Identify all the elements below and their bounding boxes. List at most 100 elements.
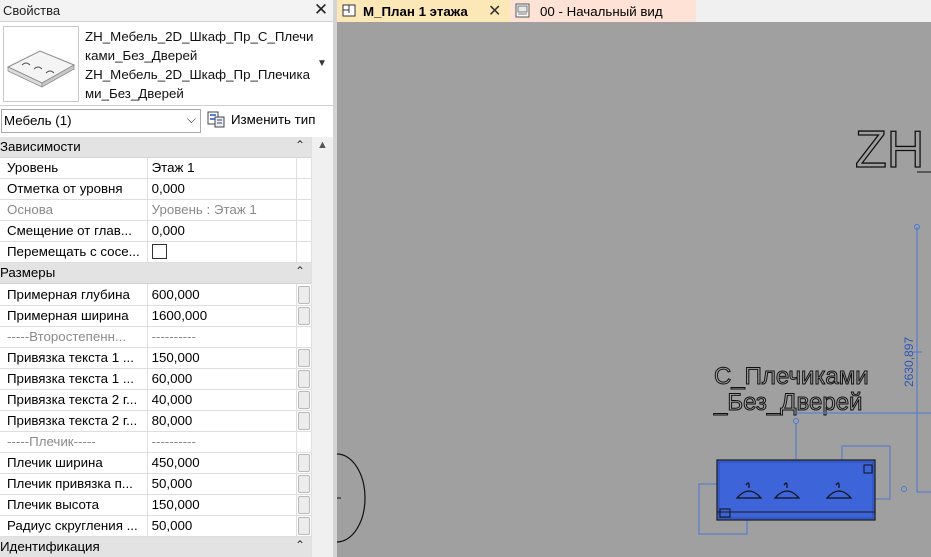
dropdown-arrow-icon[interactable]: ▼ [317,58,327,69]
property-name: -----Второстепенн... [0,326,148,347]
tab-label: 00 - Начальный вид [540,4,663,19]
property-value[interactable]: 0,000 [148,220,297,241]
view-tabs: М_План 1 этажа ✕ 00 - Начальный вид [337,0,931,22]
property-row[interactable]: Плечик высота 150,000 [0,494,311,516]
property-name: Смещение от глав... [0,220,148,241]
sheet-icon [515,3,530,18]
group-label: Размеры [0,265,56,280]
associate-parameter-button[interactable] [298,391,310,409]
property-row[interactable]: Привязка текста 2 г... 40,000 [0,389,311,411]
property-value[interactable]: 450,000 [148,452,297,473]
close-tab-icon[interactable]: ✕ [488,1,501,21]
property-row[interactable]: Смещение от глав... 0,000 [0,220,311,242]
scroll-up-icon[interactable]: ▲ [317,139,328,151]
property-value[interactable] [148,241,297,262]
property-row[interactable]: Привязка текста 1 ... 150,000 [0,347,311,369]
collapse-icon[interactable]: ⌃ [295,138,305,152]
associate-parameter-button[interactable] [298,307,310,325]
collapse-icon[interactable]: ⌃ [295,264,305,278]
group-identity[interactable]: Идентификация ⌃ [0,537,311,557]
tab-start-view[interactable]: 00 - Начальный вид [510,0,696,22]
group-constraints[interactable]: Зависимости ⌃ [0,137,311,158]
family-name: ZH_Мебель_2D_Шкаф_Пр_С_Плечи ками_Без_Дв… [85,27,315,103]
tab-label: М_План 1 этажа [363,4,468,19]
property-row[interactable]: Примерная глубина 600,000 [0,284,311,306]
property-value[interactable]: 1600,000 [148,305,297,326]
property-row: Основа Уровень : Этаж 1 [0,199,311,221]
associate-parameter-button[interactable] [298,349,310,367]
property-value: Уровень : Этаж 1 [148,199,297,220]
property-value[interactable]: ---------- [148,431,297,452]
family-thumbnail [3,26,79,102]
property-name: Плечик привязка п... [0,473,148,494]
property-row[interactable]: -----Второстепенн... ---------- [0,326,311,348]
property-row[interactable]: Уровень Этаж 1 [0,157,311,179]
associate-parameter-button[interactable] [298,496,310,514]
property-row[interactable]: Примерная ширина 1600,000 [0,305,311,327]
property-row[interactable]: Радиус скругления ... 50,000 [0,515,311,537]
tag-text-line-1: С_Плечиками [714,363,869,390]
property-row[interactable]: Привязка текста 2 г... 80,000 [0,410,311,432]
property-row[interactable]: Отметка от уровня 0,000 [0,178,311,200]
property-value[interactable]: 40,000 [148,389,297,410]
move-with-checkbox[interactable] [151,244,167,259]
family-big-text: ZH [855,121,924,179]
property-value[interactable]: 50,000 [148,473,297,494]
property-grid-scrollbar[interactable]: ▲ [311,137,333,557]
tag-text-line-2: _Без_Дверей [713,389,862,416]
property-value[interactable]: Этаж 1 [148,157,297,178]
property-name: Перемещать с сосе... [0,241,148,262]
family-line: ми_Без_Дверей [85,86,184,101]
edit-type-icon [207,111,225,128]
property-name: Примерная глубина [0,284,148,305]
close-icon[interactable]: ✕ [312,1,330,19]
properties-panel: Свойства ✕ ZH_Мебель_2D_Шкаф_Пр_С_Плечи … [0,0,333,557]
tab-floor-plan[interactable]: М_План 1 этажа ✕ [337,0,510,22]
associate-parameter-button[interactable] [298,370,310,388]
properties-title: Свойства [3,3,61,18]
property-value[interactable]: 50,000 [148,515,297,536]
edit-type-label: Изменить тип [231,112,316,127]
property-row[interactable]: Перемещать с сосе... [0,241,311,263]
property-name: Примерная ширина [0,305,148,326]
associate-parameter-button[interactable] [298,454,310,472]
drawing-canvas[interactable]: ZH 2630,897 С_Плечиками _Без_Дверей [337,22,931,557]
property-value[interactable]: 150,000 [148,347,297,368]
collapse-icon[interactable]: ⌃ [295,538,305,552]
property-name: Уровень [0,157,148,178]
property-value[interactable]: ---------- [148,326,297,347]
property-name: Привязка текста 1 ... [0,368,148,389]
selected-wardrobe[interactable] [716,459,876,521]
group-dimensions[interactable]: Размеры ⌃ [0,263,311,284]
properties-title-bar: Свойства ✕ [0,0,333,22]
property-name: Отметка от уровня [0,178,148,199]
edit-type-button[interactable]: Изменить тип [205,109,330,132]
property-name: Плечик высота [0,494,148,515]
group-label: Зависимости [0,139,81,154]
chevron-down-icon: ⌵ [186,112,196,126]
section-mark [337,453,366,543]
property-name: Привязка текста 1 ... [0,347,148,368]
property-row[interactable]: Плечик ширина 450,000 [0,452,311,474]
category-filter-select[interactable]: Мебель (1) ⌵ [1,109,201,133]
type-family-selector[interactable]: ZH_Мебель_2D_Шкаф_Пр_С_Плечи ками_Без_Дв… [0,22,333,106]
associate-parameter-button[interactable] [298,475,310,493]
dimension-value[interactable]: 2630,897 [902,337,916,387]
property-row[interactable]: Плечик привязка п... 50,000 [0,473,311,495]
property-name: Плечик ширина [0,452,148,473]
property-value[interactable]: 80,000 [148,410,297,431]
family-line: ками_Без_Дверей [85,48,198,63]
property-name: Радиус скругления ... [0,515,148,536]
associate-parameter-button[interactable] [298,517,310,535]
associate-parameter-button[interactable] [298,286,310,304]
property-value[interactable]: 0,000 [148,178,297,199]
property-name: Привязка текста 2 г... [0,389,148,410]
property-value[interactable]: 600,000 [148,284,297,305]
property-row[interactable]: Привязка текста 1 ... 60,000 [0,368,311,390]
group-label: Идентификация [0,539,100,554]
plan-view[interactable]: ZH 2630,897 С_Плечиками _Без_Дверей [337,22,931,557]
property-value[interactable]: 60,000 [148,368,297,389]
associate-parameter-button[interactable] [298,412,310,430]
property-row[interactable]: -----Плечик----- ---------- [0,431,311,453]
property-value[interactable]: 150,000 [148,494,297,515]
